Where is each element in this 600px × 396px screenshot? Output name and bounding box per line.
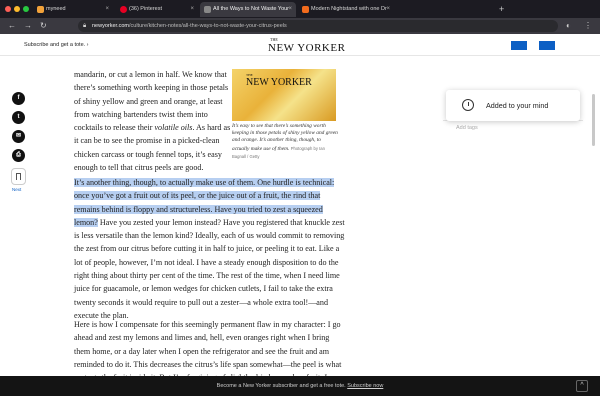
minimize-window-button[interactable]	[14, 6, 20, 12]
saved-notification: Added to your mind	[446, 90, 580, 121]
myneed-favicon-icon	[37, 6, 44, 13]
extensions-icon[interactable]: ◐	[566, 20, 571, 32]
subscribe-banner: Become a New Yorker subscriber and get a…	[0, 376, 600, 396]
close-window-button[interactable]	[5, 6, 11, 12]
bookmark-icon	[16, 173, 21, 180]
lock-icon: 🔒︎	[83, 23, 87, 29]
address-bar[interactable]: 🔒︎ newyorker.com/culture/kitchen-notes/a…	[78, 20, 558, 32]
bookmark-button[interactable]	[11, 168, 26, 185]
scrollbar[interactable]	[592, 94, 595, 146]
forward-icon[interactable]: →	[24, 20, 32, 32]
zoom-window-button[interactable]	[23, 6, 29, 12]
menu-icon[interactable]: ⋮	[584, 20, 592, 32]
article-photo: THE NEW YORKER	[232, 69, 336, 121]
tab-myneed[interactable]: myneed ×	[33, 2, 113, 17]
browser-window: myneed × (36) Pinterest × All the Ways t…	[0, 0, 600, 396]
close-tab-icon[interactable]: ×	[386, 2, 390, 17]
url-text: newyorker.com/culture/kitchen-notes/all-…	[92, 23, 287, 29]
tab-label: All the Ways to Not Waste Your	[213, 6, 290, 12]
site-header: Subscribe and get a tote. › THE NEW YORK…	[0, 34, 600, 56]
pinterest-favicon-icon	[120, 6, 127, 13]
article-paragraph: It’s another thing, though, to actually …	[74, 178, 345, 320]
tab-pinterest[interactable]: (36) Pinterest ×	[116, 2, 198, 17]
close-tab-icon[interactable]: ×	[288, 2, 292, 17]
tags-input[interactable]: Add tags	[443, 120, 583, 136]
notification-message: Added to your mind	[486, 101, 549, 110]
tab-strip: myneed × (36) Pinterest × All the Ways t…	[0, 0, 600, 18]
subscribe-link[interactable]: Subscribe and get a tote. ›	[24, 42, 89, 48]
twitter-icon[interactable]: t	[12, 111, 25, 124]
tab-label: myneed	[46, 6, 66, 12]
photo-logo: THE NEW YORKER	[246, 73, 312, 88]
print-icon[interactable]: ⎙	[12, 149, 25, 162]
web-page: Subscribe and get a tote. › THE NEW YORK…	[0, 34, 600, 376]
header-button[interactable]	[511, 41, 527, 50]
tab-modern-nightstand[interactable]: Modern Nightstand with one Dr ×	[298, 2, 394, 17]
tab-label: (36) Pinterest	[129, 6, 163, 12]
banner-text: Become a New Yorker subscriber and get a…	[216, 383, 384, 389]
new-yorker-logo[interactable]: THE NEW YORKER	[268, 37, 345, 54]
photo-caption: It’s easy to see that there’s something …	[232, 123, 338, 159]
close-tab-icon[interactable]: ×	[105, 2, 109, 17]
new-yorker-favicon-icon	[204, 6, 211, 13]
tags-placeholder: Add tags	[456, 125, 478, 131]
reload-icon[interactable]: ↻	[40, 20, 47, 32]
back-icon[interactable]: ←	[8, 20, 16, 32]
next-article-link[interactable]: Next	[12, 187, 21, 192]
navigation-bar: ← → ↻ 🔒︎ newyorker.com/culture/kitchen-n…	[0, 18, 600, 34]
clock-icon	[462, 99, 474, 111]
subscribe-now-link[interactable]: Subscribe now	[347, 383, 383, 389]
etsy-favicon-icon	[302, 6, 309, 13]
tab-new-yorker-article[interactable]: All the Ways to Not Waste Your ×	[200, 2, 296, 17]
email-icon[interactable]: ✉	[12, 130, 25, 143]
chevron-up-icon[interactable]: ^	[576, 380, 588, 392]
header-button[interactable]	[539, 41, 555, 50]
article-paragraph: Here is how I compensate for this seemin…	[74, 320, 342, 376]
new-tab-icon[interactable]: +	[499, 2, 504, 16]
tab-label: Modern Nightstand with one Dr	[311, 6, 387, 12]
close-tab-icon[interactable]: ×	[190, 2, 194, 17]
article-paragraph: mandarin, or cut a lemon in half. We kno…	[74, 70, 231, 173]
facebook-icon[interactable]: f	[12, 92, 25, 105]
